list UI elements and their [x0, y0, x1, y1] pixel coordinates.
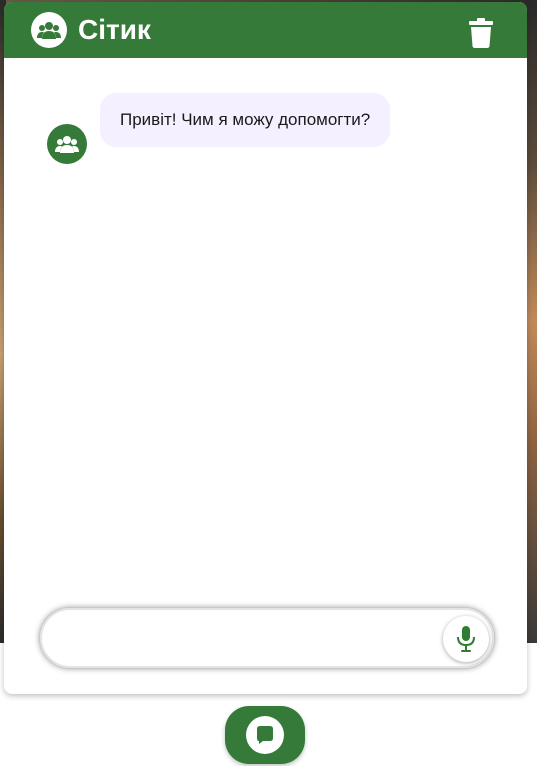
microphone-button[interactable]: [443, 616, 489, 662]
bot-message-bubble: Привіт! Чим я можу допомогти?: [100, 93, 391, 147]
message-composer: [39, 607, 495, 669]
bot-avatar: [47, 124, 87, 164]
trash-icon[interactable]: [469, 18, 493, 48]
bot-team-icon: [31, 12, 67, 48]
chat-title: Сітик: [78, 14, 151, 45]
microphone-icon: [457, 626, 475, 652]
chat-bubble-icon: [246, 716, 284, 754]
chat-launcher-button[interactable]: [225, 706, 305, 764]
bot-team-icon: [55, 136, 79, 153]
chat-header: Сітик: [4, 2, 527, 58]
chat-window: Сітик Привіт! Чим я можу допомогти?: [4, 2, 527, 694]
message-input[interactable]: [56, 620, 436, 656]
